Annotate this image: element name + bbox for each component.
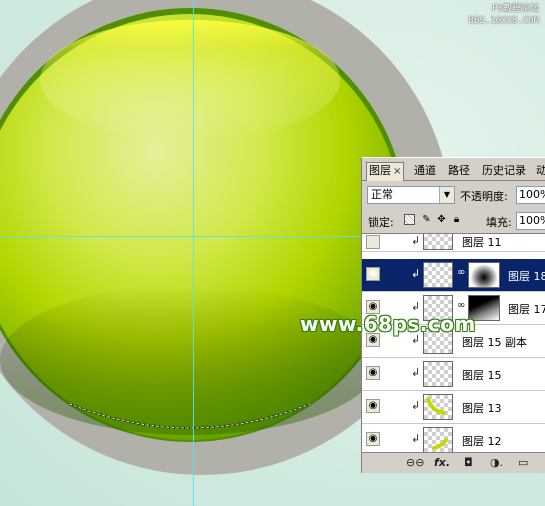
guide-vertical[interactable] [193, 0, 194, 506]
layer-name[interactable]: 图层 15 副本 [462, 334, 527, 350]
chain-link-icon[interactable]: ∞ [457, 267, 465, 278]
layer-thumbnail[interactable] [423, 361, 453, 387]
layer-row-12[interactable]: ◉ ↲ 图层 12 [362, 424, 545, 452]
layer-mask-thumbnail[interactable] [468, 262, 500, 288]
layer-thumbnail[interactable] [423, 427, 453, 452]
layer-name[interactable]: 图层 11 [462, 234, 502, 250]
tab-channels[interactable]: 通道 [412, 163, 438, 179]
eye-icon[interactable]: ◉ [366, 267, 380, 281]
clip-arrow-icon: ↲ [411, 366, 421, 379]
layer-row-13[interactable]: ◉ ↲ 图层 13 [362, 391, 545, 424]
layer-name[interactable]: 图层 18 [508, 268, 545, 284]
lock-move-icon[interactable]: ✥ [436, 214, 447, 225]
chain-link-icon[interactable]: ∞ [457, 300, 465, 311]
layer-thumbnail[interactable] [423, 262, 453, 288]
lock-transparency-icon[interactable] [404, 214, 415, 225]
layer-list: ↲ 图层 11 ◉ ↲ ∞ 图层 18 ◉ ↲ ∞ 图层 17 ◉ ↲ 图层 1… [362, 233, 545, 452]
visibility-toggle[interactable] [366, 235, 380, 249]
new-group-icon[interactable]: ▭ [518, 456, 528, 469]
fill-input[interactable]: 100% [516, 212, 545, 230]
watermark-site: www.68ps.com [300, 312, 476, 336]
add-mask-icon[interactable]: ◘ [464, 456, 473, 469]
opacity-input[interactable]: 100% [516, 186, 545, 204]
tab-history[interactable]: 历史记录 [480, 163, 528, 179]
layer-thumbnail-art [426, 397, 446, 415]
ball-bottom-shade [0, 285, 380, 435]
opacity-label: 不透明度: [460, 190, 508, 203]
blend-mode-value: 正常 [371, 188, 393, 201]
layer-thumbnail[interactable] [423, 394, 453, 420]
watermark-forum: PS教程论坛 BBS.16XX8.COM [469, 3, 539, 27]
tab-actions[interactable]: 动 [534, 163, 545, 179]
chevron-down-icon[interactable]: ▼ [439, 187, 454, 203]
eye-icon[interactable]: ◉ [366, 366, 380, 380]
tab-layers-label: 图层 [369, 164, 391, 177]
lock-label: 锁定: [368, 216, 394, 229]
layer-thumbnail-art [432, 438, 448, 450]
fill-label: 填充: [486, 216, 512, 229]
link-layers-icon[interactable]: ⊖⊖ [406, 456, 424, 469]
layer-row-15[interactable]: ◉ ↲ 图层 15 [362, 358, 545, 391]
layer-name[interactable]: 图层 17 [508, 301, 545, 317]
clip-arrow-icon: ↲ [411, 399, 421, 412]
clip-arrow-icon: ↲ [411, 267, 421, 280]
layer-row-11[interactable]: ↲ 图层 11 [362, 234, 545, 252]
fx-icon[interactable]: fx. [434, 456, 450, 469]
layer-thumbnail[interactable] [423, 234, 453, 250]
ball-top-highlight [40, 20, 340, 140]
panel-tab-bar: 图层 × 通道 路径 历史记录 动 [362, 162, 545, 181]
watermark-forum-url: BBS.16XX8.COM [468, 16, 539, 26]
tab-paths[interactable]: 路径 [446, 163, 472, 179]
lock-brush-icon[interactable]: ✎ [421, 214, 432, 225]
layer-name[interactable]: 图层 13 [462, 400, 502, 416]
layer-row-18[interactable]: ◉ ↲ ∞ 图层 18 [362, 259, 545, 292]
clip-arrow-icon: ↲ [411, 234, 421, 247]
clip-arrow-icon: ↲ [411, 432, 421, 445]
panel-footer: ⊖⊖ fx. ◘ ◑. ▭ [362, 452, 545, 475]
adjustment-layer-icon[interactable]: ◑. [490, 456, 503, 469]
lock-all-icon[interactable]: 🔒︎ [451, 214, 462, 225]
blend-mode-select[interactable]: 正常 ▼ [367, 186, 455, 204]
close-icon[interactable]: × [393, 166, 401, 177]
lock-row: 锁定: ✎ ✥ 🔒︎ 填充: 100% [362, 208, 545, 232]
watermark-forum-name: PS教程论坛 [492, 4, 539, 14]
eye-icon[interactable]: ◉ [366, 399, 380, 413]
layer-name[interactable]: 图层 15 [462, 367, 502, 383]
tab-layers[interactable]: 图层 × [366, 162, 405, 181]
eye-icon[interactable]: ◉ [366, 432, 380, 446]
layer-name[interactable]: 图层 12 [462, 433, 502, 449]
